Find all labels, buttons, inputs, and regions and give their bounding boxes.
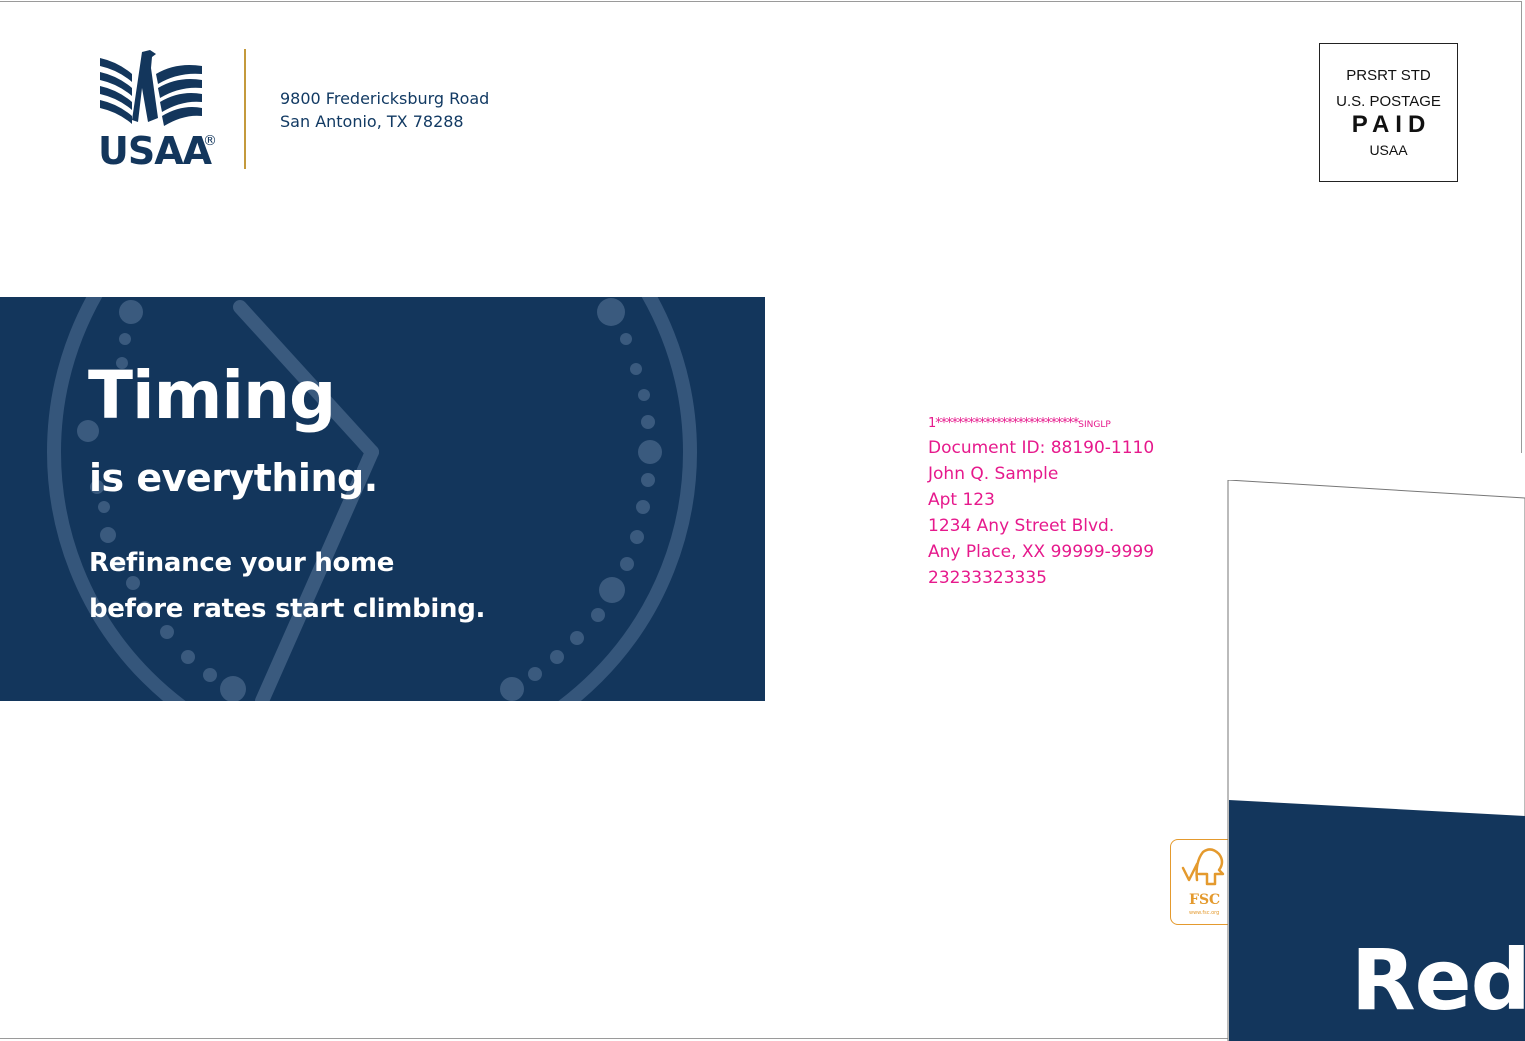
postage-indicia: PRSRT STD U.S. POSTAGE PAID USAA [1319,43,1458,182]
recipient-code: 23233323335 [928,568,1047,588]
recipient-apt: Apt 123 [928,490,995,510]
logo-divider [244,49,246,169]
registered-mark: ® [203,133,217,149]
envelope-bottom-edge [0,1038,1230,1039]
banner-body-line2: before rates start climbing. [89,594,486,624]
banner-body-line1: Refinance your home [89,548,395,578]
fsc-label: FSC [1189,892,1221,908]
insert-headline-clip: Redu [1227,480,1525,1041]
recipient-name: John Q. Sample [928,464,1059,484]
insert-sheet: Redu [1227,480,1525,1041]
recipient-city: Any Place, XX 99999-9999 [928,542,1155,562]
postage-permit-holder: USAA [1369,142,1408,158]
return-address: 9800 Fredericksburg Road San Antonio, TX… [280,87,489,133]
recipient-street: 1234 Any Street Blvd. [928,516,1115,536]
mailing-address-block: 1**************************SINGLP Docume… [928,414,1154,591]
return-address-line1: 9800 Fredericksburg Road [280,89,490,108]
postage-class: PRSRT STD [1346,67,1431,84]
usaa-wordmark: USAA [98,129,212,173]
postage-country: U.S. POSTAGE [1336,93,1441,110]
banner-body: Refinance your home before rates start c… [89,540,485,632]
postage-paid: PAID [1351,111,1432,138]
document-id: Document ID: 88190-1110 [928,438,1155,458]
envelope-top-edge [0,1,1521,2]
insert-headline: Redu [1351,931,1525,1029]
envelope-right-edge [1521,1,1522,453]
banner-subhead: is everything. [89,456,378,500]
barcode-line: 1**************************SINGLP [928,414,1154,435]
usaa-logo: USAA ® [98,48,223,173]
barcode-suffix: SINGLP [1078,420,1111,430]
return-address-line2: San Antonio, TX 78288 [280,112,464,131]
banner-headline: Timing [88,357,336,434]
fsc-url: www.fsc.org [1189,910,1220,916]
barcode-stars: 1************************** [928,416,1079,431]
